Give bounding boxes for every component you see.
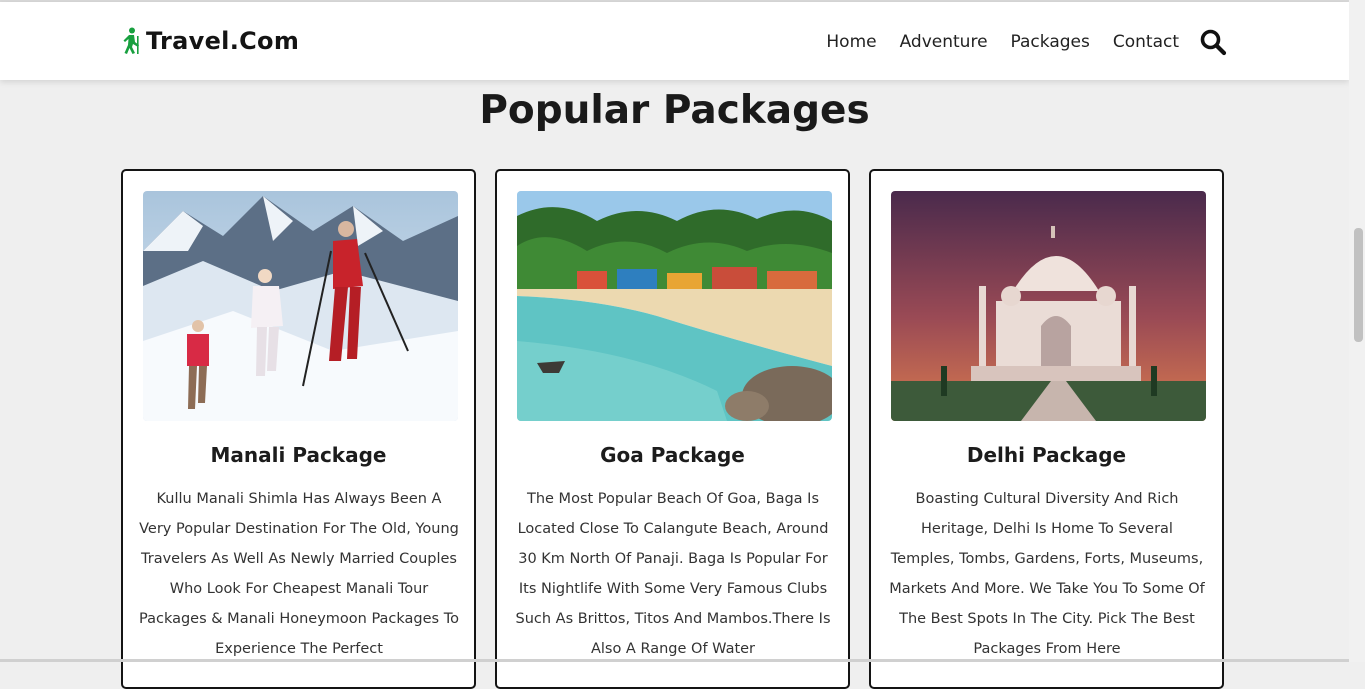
- search-icon[interactable]: [1199, 28, 1227, 56]
- delhi-image: [891, 191, 1206, 421]
- package-card-delhi[interactable]: Delhi Package Boasting Cultural Diversit…: [869, 169, 1224, 689]
- package-description: Boasting Cultural Diversity And Rich Her…: [889, 491, 1205, 657]
- nav-home[interactable]: Home: [826, 32, 876, 52]
- manali-image: [143, 191, 458, 421]
- nav-packages[interactable]: Packages: [1011, 32, 1090, 52]
- site-header: Travel.Com Home Adventure Packages Conta…: [0, 2, 1349, 80]
- package-title: Delhi Package: [966, 443, 1127, 467]
- scrollbar-thumb[interactable]: [1354, 228, 1363, 342]
- package-title: Goa Package: [600, 443, 745, 467]
- brand-name: Travel.Com: [146, 27, 300, 55]
- brand-logo[interactable]: Travel.Com: [120, 27, 299, 55]
- package-card-goa[interactable]: Goa Package The Most Popular Beach Of Go…: [495, 169, 850, 689]
- main-nav: Home Adventure Packages Contact: [803, 28, 1227, 56]
- section-title: Popular Packages: [479, 88, 870, 133]
- package-description: The Most Popular Beach Of Goa, Baga Is L…: [515, 491, 831, 657]
- package-card-manali[interactable]: Manali Package Kullu Manali Shimla Has A…: [121, 169, 476, 689]
- package-description: Kullu Manali Shimla Has Always Been A Ve…: [139, 491, 459, 657]
- nav-adventure[interactable]: Adventure: [900, 32, 988, 52]
- goa-image: [517, 191, 832, 421]
- nav-contact[interactable]: Contact: [1113, 32, 1179, 52]
- hiker-icon: [123, 27, 139, 54]
- package-title: Manali Package: [210, 443, 387, 467]
- page-scrollbar[interactable]: [1349, 0, 1365, 662]
